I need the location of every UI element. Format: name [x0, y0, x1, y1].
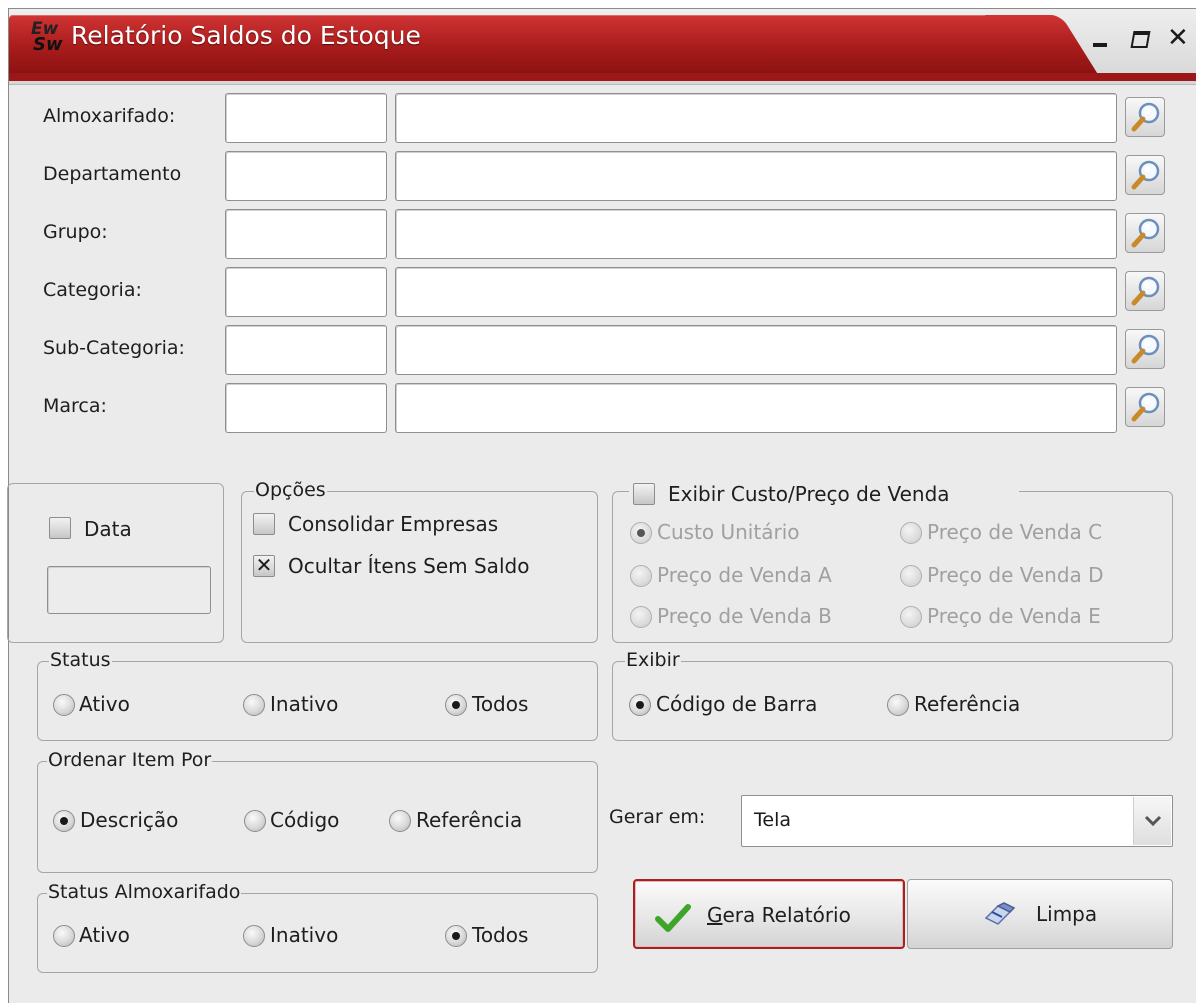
gera-relatorio-button[interactable]: Gera Relatório: [633, 879, 905, 949]
preco-e-radio[interactable]: [900, 606, 922, 628]
grupo-code-field[interactable]: [225, 209, 387, 259]
preco-a-label: Preço de Venda A: [657, 563, 832, 587]
grupo-description-field[interactable]: [395, 209, 1117, 259]
consolidar-checkbox[interactable]: [253, 513, 275, 535]
departamento-lookup-button[interactable]: [1125, 155, 1165, 195]
ordenar-legend: Ordenar Item Por: [47, 749, 213, 771]
ordenar-codigo-radio[interactable]: [244, 810, 266, 832]
limpa-button[interactable]: Limpa: [907, 879, 1173, 949]
data-checkbox-label: Data: [84, 517, 132, 541]
almoxarifado-label: Almoxarifado:: [43, 105, 176, 127]
exibir-legend: Exibir: [625, 649, 681, 671]
status-almox-todos-radio[interactable]: [445, 925, 467, 947]
almoxarifado-code-field[interactable]: [225, 93, 387, 143]
data-checkbox[interactable]: [49, 517, 71, 539]
exibir-custo-label: Exibir Custo/Preço de Venda: [668, 482, 950, 506]
exibir-referencia-label: Referência: [914, 692, 1021, 716]
maximize-icon[interactable]: [1129, 27, 1151, 49]
sub-categoria-label: Sub-Categoria:: [43, 337, 185, 359]
status-almox-ativo-label: Ativo: [79, 923, 130, 947]
preco-c-radio[interactable]: [900, 522, 922, 544]
categoria-label: Categoria:: [43, 279, 142, 301]
magnifier-icon: [1131, 392, 1160, 422]
consolidar-label: Consolidar Empresas: [288, 512, 499, 536]
magnifier-icon: [1131, 160, 1160, 190]
sub-categoria-lookup-button[interactable]: [1125, 329, 1165, 369]
ocultar-checkbox[interactable]: ✕: [253, 555, 275, 577]
custo-unitario-radio[interactable]: [630, 522, 652, 544]
marca-description-field[interactable]: [395, 383, 1117, 433]
departamento-description-field[interactable]: [395, 151, 1117, 201]
ocultar-label: Ocultar Ítens Sem Saldo: [288, 554, 530, 578]
gerar-em-select[interactable]: Tela: [741, 795, 1173, 847]
gera-relatorio-label: Gera Relatório: [707, 903, 851, 927]
status-almox-legend: Status Almoxarifado: [47, 881, 242, 903]
opcoes-legend: Opções: [254, 479, 327, 501]
status-todos-radio[interactable]: [445, 694, 467, 716]
ordenar-codigo-label: Código: [270, 808, 340, 832]
data-date-field[interactable]: [47, 566, 211, 614]
status-todos-label: Todos: [472, 692, 529, 716]
ordenar-referencia-label: Referência: [416, 808, 523, 832]
preco-d-radio[interactable]: [900, 565, 922, 587]
ordenar-referencia-radio[interactable]: [389, 810, 411, 832]
preco-a-radio[interactable]: [630, 565, 652, 587]
status-almox-inativo-radio[interactable]: [243, 925, 265, 947]
marca-code-field[interactable]: [225, 383, 387, 433]
close-icon[interactable]: ✕: [1167, 25, 1189, 51]
preco-b-label: Preço de Venda B: [657, 604, 832, 628]
almoxarifado-description-field[interactable]: [395, 93, 1117, 143]
exibir-codigo-barra-radio[interactable]: [629, 694, 651, 716]
preco-e-label: Preço de Venda E: [927, 604, 1101, 628]
marca-lookup-button[interactable]: [1125, 387, 1165, 427]
almoxarifado-lookup-button[interactable]: [1125, 97, 1165, 137]
limpa-label: Limpa: [1036, 902, 1098, 926]
magnifier-icon: [1131, 218, 1160, 248]
sub-categoria-description-field[interactable]: [395, 325, 1117, 375]
check-icon: [655, 903, 691, 933]
status-almox-inativo-label: Inativo: [270, 923, 339, 947]
sub-categoria-code-field[interactable]: [225, 325, 387, 375]
status-legend: Status: [49, 649, 112, 671]
ordenar-descricao-radio[interactable]: [53, 810, 75, 832]
magnifier-icon: [1131, 276, 1160, 306]
departamento-label: Departamento: [43, 163, 182, 185]
preco-b-radio[interactable]: [630, 606, 652, 628]
minimize-icon[interactable]: [1091, 27, 1113, 49]
exibir-codigo-barra-label: Código de Barra: [656, 692, 818, 716]
title-bar[interactable]: Ew Sw Relatório Saldos do Estoque ✕: [9, 9, 1196, 85]
window-title: Relatório Saldos do Estoque: [71, 21, 421, 50]
marca-label: Marca:: [43, 395, 107, 417]
preco-c-label: Preço de Venda C: [927, 520, 1103, 544]
custo-unitario-label: Custo Unitário: [657, 520, 800, 544]
report-window: Ew Sw Relatório Saldos do Estoque ✕ Almo…: [7, 8, 1196, 1003]
categoria-code-field[interactable]: [225, 267, 387, 317]
preco-d-label: Preço de Venda D: [927, 563, 1104, 587]
ordenar-descricao-label: Descrição: [80, 808, 179, 832]
data-group: [7, 483, 224, 643]
categoria-description-field[interactable]: [395, 267, 1117, 317]
categoria-lookup-button[interactable]: [1125, 271, 1165, 311]
gerar-em-value: Tela: [754, 809, 791, 831]
status-inativo-radio[interactable]: [243, 694, 265, 716]
status-almox-ativo-radio[interactable]: [53, 925, 75, 947]
status-ativo-radio[interactable]: [53, 694, 75, 716]
exibir-referencia-radio[interactable]: [887, 694, 909, 716]
chevron-down-icon[interactable]: [1133, 797, 1171, 845]
eraser-icon: [982, 900, 1016, 928]
grupo-lookup-button[interactable]: [1125, 213, 1165, 253]
status-ativo-label: Ativo: [79, 692, 130, 716]
exibir-custo-checkbox[interactable]: [633, 483, 655, 505]
app-logo-icon: Ew Sw: [31, 19, 63, 55]
status-almox-todos-label: Todos: [472, 923, 529, 947]
magnifier-icon: [1131, 334, 1160, 364]
gerar-em-label: Gerar em:: [609, 806, 706, 828]
grupo-label: Grupo:: [43, 221, 108, 243]
status-inativo-label: Inativo: [270, 692, 339, 716]
departamento-code-field[interactable]: [225, 151, 387, 201]
magnifier-icon: [1131, 102, 1160, 132]
